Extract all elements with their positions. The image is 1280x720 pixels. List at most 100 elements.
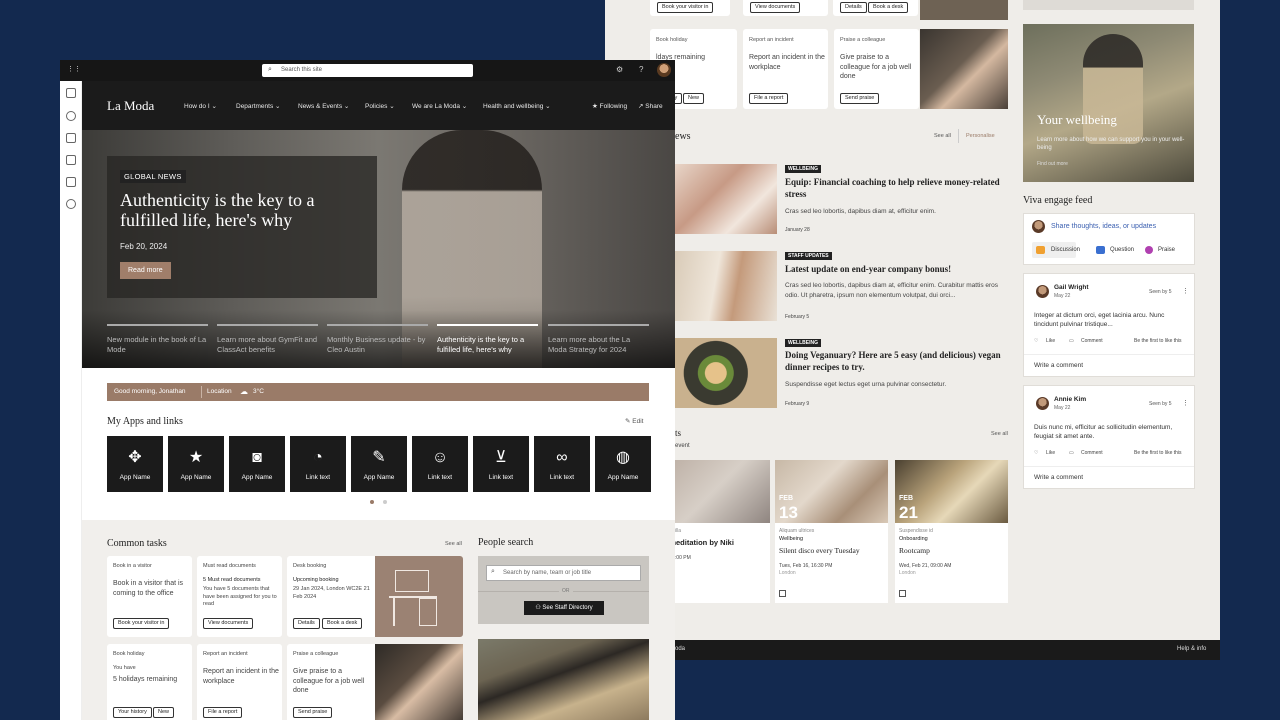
staff-directory-button[interactable]: ⚇ See Staff Directory [524, 601, 604, 615]
news-see-all[interactable]: See all [934, 133, 951, 139]
discussion-button[interactable]: Discussion [1051, 247, 1080, 253]
search-box[interactable]: ⌕ Search this site [262, 64, 473, 77]
people-search-box[interactable]: ⌕ Search by name, team or job title [486, 565, 641, 581]
read-more-button[interactable]: Read more [120, 262, 171, 279]
nav-news-events[interactable]: News & Events ⌄ [298, 102, 349, 110]
document-icon[interactable] [66, 155, 76, 165]
event-card[interactable]: FEB 13 Aliquam ultrices Wellbeing Silent … [775, 460, 888, 603]
edit-button[interactable]: ✎ Edit [625, 417, 643, 425]
new-button[interactable]: New [153, 707, 175, 718]
nav-how-do-i[interactable]: How do I ⌄ [184, 102, 217, 110]
send-praise-button[interactable]: Send praise [840, 93, 880, 104]
like-button[interactable]: Like [1046, 450, 1055, 456]
new-button[interactable]: New [683, 93, 705, 104]
post-author[interactable]: Gail Wright [1054, 284, 1089, 291]
send-praise-button[interactable]: Send praise [293, 707, 333, 718]
people-search-input[interactable]: Search by name, team or job title [503, 570, 591, 576]
wellbeing-link[interactable]: Find out more [1037, 161, 1068, 167]
waffle-icon[interactable]: ⋮⋮ [67, 66, 81, 74]
follow-button[interactable]: ★ Following [592, 102, 627, 110]
news-icon[interactable] [66, 133, 76, 143]
app-tile[interactable]: ◔ Link text [290, 436, 346, 492]
nav-policies[interactable]: Policies ⌄ [365, 102, 395, 110]
like-button[interactable]: Like [1046, 338, 1055, 344]
pager-dot-active[interactable] [370, 500, 374, 504]
app-tile[interactable]: ★ App Name [168, 436, 224, 492]
app-tile[interactable]: ⊻ Link text [473, 436, 529, 492]
events-see-all[interactable]: See all [991, 431, 1008, 437]
task-card-incident[interactable]: Report an incident Report an incident in… [743, 29, 828, 109]
praise-button[interactable]: Praise [1158, 247, 1175, 253]
book-desk-button[interactable]: Book a desk [868, 2, 909, 13]
task-card-documents[interactable]: Must read documents 5 Must read document… [197, 556, 282, 637]
event-title: Rootcamp [899, 546, 930, 555]
comment-icon[interactable]: ▭ [1069, 450, 1074, 456]
details-button[interactable]: Details [293, 618, 320, 629]
share-input[interactable]: Share thoughts, ideas, or updates [1051, 223, 1156, 230]
wellbeing-card[interactable]: Your wellbeing Learn more about how we c… [1023, 24, 1194, 182]
book-visitor-button[interactable]: Book your visitor in [657, 2, 714, 13]
post-author[interactable]: Annie Kim [1054, 396, 1086, 403]
home-icon[interactable] [66, 88, 76, 98]
comment-button[interactable]: Comment [1081, 450, 1103, 456]
app-tile[interactable]: ◍ App Name [595, 436, 651, 492]
file-report-button[interactable]: File a report [203, 707, 243, 718]
nav-we-are-la-moda[interactable]: We are La Moda ⌄ [412, 102, 467, 110]
news-title[interactable]: Doing Veganuary? Here are 5 easy (and de… [785, 349, 1010, 373]
news-title[interactable]: Latest update on end-year company bonus! [785, 263, 1010, 275]
site-title[interactable]: La Moda [107, 98, 154, 114]
avatar[interactable] [657, 63, 671, 77]
like-icon[interactable]: ♡ [1034, 338, 1038, 344]
task-card-visitor[interactable]: Book in a visitor Book in a visitor that… [107, 556, 192, 637]
carousel-item-active[interactable]: Authenticity is the key to a fulfilled l… [437, 324, 538, 355]
comment-button[interactable]: Comment [1081, 338, 1103, 344]
like-icon[interactable]: ♡ [1034, 450, 1038, 456]
tasks-see-all[interactable]: See all [445, 541, 462, 547]
task-card-desk[interactable]: Desk booking Upcoming booking 29 Jan 202… [287, 556, 375, 637]
app-tile[interactable]: ☺ Link text [412, 436, 468, 492]
app-tile[interactable]: ◙ App Name [229, 436, 285, 492]
carousel-item[interactable]: Monthly Business update - by Cleo Austin [327, 324, 428, 355]
globe-icon[interactable] [66, 111, 76, 121]
view-documents-button[interactable]: View documents [750, 2, 801, 13]
book-desk-button[interactable]: Book a desk [322, 618, 363, 629]
search-input[interactable]: Search this site [281, 67, 322, 73]
write-comment-input[interactable]: Write a comment [1034, 474, 1083, 481]
calendar-icon[interactable] [779, 590, 786, 597]
hero-title[interactable]: Authenticity is the key to a fulfilled l… [120, 190, 370, 230]
view-documents-button[interactable]: View documents [203, 618, 254, 629]
app-tile[interactable]: ∞ Link text [534, 436, 590, 492]
app-tile[interactable]: ✥ App Name [107, 436, 163, 492]
hero-tag: GLOBAL NEWS [120, 170, 186, 183]
more-icon[interactable]: ⋮ [1182, 287, 1189, 295]
nav-departments[interactable]: Departments ⌄ [236, 102, 280, 110]
personalise-link[interactable]: Personalise [966, 133, 995, 139]
pager-dot[interactable] [383, 500, 387, 504]
your-history-button[interactable]: Your history [113, 707, 152, 718]
comment-icon[interactable]: ▭ [1069, 338, 1074, 344]
details-button[interactable]: Details [840, 2, 867, 13]
task-card-holiday[interactable]: Book holiday You have 5 holidays remaini… [107, 644, 192, 720]
calendar-icon[interactable] [899, 590, 906, 597]
event-card[interactable]: FEB 21 Suspendisse id Onboarding Rootcamp… [895, 460, 1008, 603]
write-comment-input[interactable]: Write a comment [1034, 362, 1083, 369]
more-icon[interactable]: ⋮ [1182, 399, 1189, 407]
add-icon[interactable] [66, 199, 76, 209]
carousel-item[interactable]: Learn more about the La Moda Strategy fo… [548, 324, 649, 355]
help-icon[interactable]: ? [639, 65, 643, 74]
carousel-item[interactable]: Learn more about GymFit and ClassAct ben… [217, 324, 318, 355]
gear-icon[interactable]: ⚙ [616, 65, 623, 74]
question-button[interactable]: Question [1110, 247, 1134, 253]
list-icon[interactable] [66, 177, 76, 187]
help-link[interactable]: Help & info [1177, 646, 1206, 652]
task-card-praise[interactable]: Praise a colleague Give praise to a coll… [834, 29, 919, 109]
book-visitor-button[interactable]: Book your visitor in [113, 618, 170, 629]
file-report-button[interactable]: File a report [749, 93, 789, 104]
carousel-item[interactable]: New module in the book of La Mode [107, 324, 208, 355]
news-title[interactable]: Equip: Financial coaching to help reliev… [785, 176, 1010, 200]
nav-health-wellbeing[interactable]: Health and wellbeing ⌄ [483, 102, 551, 110]
share-button[interactable]: ↗ Share [638, 102, 663, 110]
app-tile[interactable]: ✎ App Name [351, 436, 407, 492]
task-card-incident[interactable]: Report an incident Report an incident in… [197, 644, 282, 720]
task-card-praise[interactable]: Praise a colleague Give praise to a coll… [287, 644, 375, 720]
